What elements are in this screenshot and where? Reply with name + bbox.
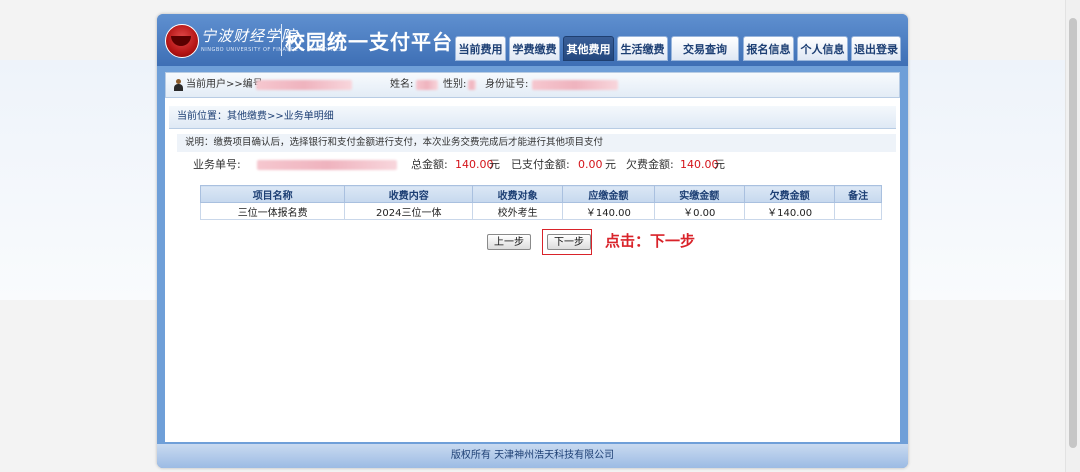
col-header-content: 收费内容 [344,185,474,203]
gender-label: 性别: [443,79,467,90]
col-header-due: 应缴金额 [562,185,655,203]
current-user-label: 当前用户>>编号: [186,79,267,90]
total-value: 140.00 [455,158,494,171]
school-name: 宁波财经学院 [201,27,298,45]
tab-logout[interactable]: 退出登录 [851,36,901,61]
cell-due: ￥140.00 [562,202,655,220]
breadcrumb: 当前位置：其他缴费>>业务单明细 [169,106,896,129]
cell-remark [834,202,882,220]
tab-transactions[interactable]: 交易查询 [671,36,739,61]
instruction-note: 说明：缴费项目确认后，选择银行和支付金额进行支付，本次业务交费完成后才能进行其他… [177,134,896,152]
paid-value: 0.00 [578,158,603,171]
table-row: 三位一体报名费 2024三位一体 校外考生 ￥140.00 ￥0.00 ￥140… [199,202,882,220]
user-icon [174,79,183,91]
user-info-bar: 当前用户>>编号: 姓名: 性别: 身份证号: [165,72,900,98]
breadcrumb-text: 当前位置：其他缴费>>业务单明细 [177,111,334,122]
fee-detail-table: 项目名称 收费内容 收费对象 应缴金额 实缴金额 欠费金额 备注 三位一体报名费… [199,185,882,220]
tab-current-fees[interactable]: 当前费用 [455,36,506,61]
owed-value: 140.00 [680,158,719,171]
col-header-target: 收费对象 [472,185,564,203]
paid-unit: 元 [605,158,616,171]
name-redacted [416,80,438,90]
id-label: 身份证号: [485,79,529,90]
tab-living-fees[interactable]: 生活缴费 [617,36,668,61]
cell-paid: ￥0.00 [653,202,745,220]
tab-tuition[interactable]: 学费缴费 [509,36,560,61]
platform-title: 校园统一支付平台 [285,30,453,54]
tab-other-fees[interactable]: 其他费用 [563,36,614,61]
owed-label: 欠费金额: [626,158,674,171]
business-summary: 业务单号: 总金额: 140.00 元 已支付金额: 0.00 元 欠费金额: … [185,156,885,174]
owed-unit: 元 [714,158,725,171]
paid-label: 已支付金额: [511,158,570,171]
user-id-redacted [256,80,352,90]
total-unit: 元 [489,158,500,171]
id-redacted [532,80,618,90]
table-header-row: 项目名称 收费内容 收费对象 应缴金额 实缴金额 欠费金额 备注 [199,185,882,203]
gender-redacted [468,80,476,90]
main-panel: 当前用户>>编号: 姓名: 性别: 身份证号: 当前位置：其他缴费>>业务单明细… [165,72,900,442]
app-window: 宁波财经学院 NINGBO UNIVERSITY OF FINANCE & EC… [157,14,908,468]
name-label: 姓名: [390,79,414,90]
order-number-redacted [257,160,397,170]
tab-personal-info[interactable]: 个人信息 [797,36,848,61]
col-header-item-name: 项目名称 [199,185,346,203]
header: 宁波财经学院 NINGBO UNIVERSITY OF FINANCE & EC… [157,14,908,66]
tab-registration[interactable]: 报名信息 [743,36,794,61]
order-number-label: 业务单号: [193,158,241,171]
click-annotation: 点击：下一步 [605,232,696,250]
footer: 版权所有 天津神州浩天科技有限公司 [157,444,908,468]
col-header-owed: 欠费金额 [743,185,836,203]
col-header-remark: 备注 [834,185,882,203]
cell-target: 校外考生 [472,202,564,220]
page-scrollbar[interactable] [1065,0,1080,472]
cell-owed: ￥140.00 [743,202,836,220]
next-step-button[interactable]: 下一步 [547,234,591,250]
copyright-text: 版权所有 天津神州浩天科技有限公司 [450,450,615,461]
total-label: 总金额: [411,158,448,171]
col-header-paid: 实缴金额 [653,185,745,203]
cell-content: 2024三位一体 [344,202,474,220]
prev-step-button[interactable]: 上一步 [487,234,531,250]
instruction-text: 说明：缴费项目确认后，选择银行和支付金额进行支付，本次业务交费完成后才能进行其他… [185,137,604,148]
cell-item-name: 三位一体报名费 [199,202,346,220]
scrollbar-thumb[interactable] [1069,18,1077,448]
logo-divider [281,24,282,56]
